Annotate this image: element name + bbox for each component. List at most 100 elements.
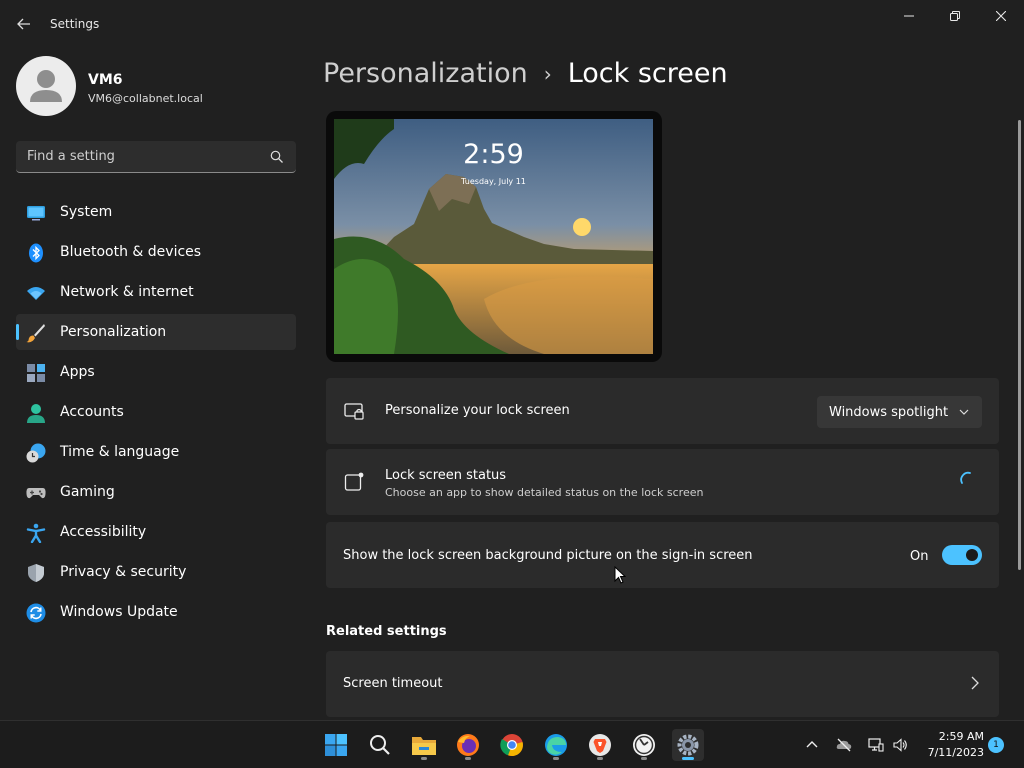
clock-date: 7/11/2023	[927, 746, 984, 759]
breadcrumb: Personalization › Lock screen	[323, 58, 728, 89]
back-arrow-icon	[17, 18, 30, 30]
accessibility-icon	[26, 523, 46, 543]
sidebar-item-label: Gaming	[60, 484, 115, 500]
toggle-state-label: On	[910, 549, 929, 564]
chevron-down-icon	[959, 409, 969, 415]
sidebar-item-accessibility[interactable]: Accessibility	[16, 514, 296, 550]
running-indicator	[641, 757, 647, 760]
lock-screen-status-card[interactable]: Lock screen status Choose an app to show…	[326, 449, 999, 515]
running-indicator	[597, 757, 603, 760]
sidebar-item-gaming[interactable]: Gaming	[16, 474, 296, 510]
user-email: VM6@collabnet.local	[88, 92, 203, 105]
brave-button[interactable]	[584, 729, 616, 761]
chrome-button[interactable]	[496, 729, 528, 761]
sidebar-item-label: Bluetooth & devices	[60, 244, 202, 260]
sidebar-item-network[interactable]: Network & internet	[16, 274, 296, 310]
settings-app-button[interactable]	[672, 729, 704, 761]
sidebar-item-system[interactable]: System	[16, 194, 296, 230]
sidebar-item-label: Accessibility	[60, 524, 147, 540]
sidebar-item-windows-update[interactable]: Windows Update	[16, 594, 296, 630]
paintbrush-icon	[26, 324, 45, 343]
running-indicator	[465, 757, 471, 760]
search-icon[interactable]	[269, 149, 285, 165]
sidebar-item-privacy-security[interactable]: Privacy & security	[16, 554, 296, 590]
start-button[interactable]	[320, 729, 352, 761]
personalize-lock-screen-card: Personalize your lock screen Windows spo…	[326, 378, 999, 444]
brave-icon	[589, 734, 611, 756]
loading-spinner-icon	[960, 471, 971, 484]
lock-screen-status-title: Lock screen status	[385, 468, 507, 483]
scrollbar[interactable]	[1018, 120, 1021, 570]
dropdown-value: Windows spotlight	[829, 404, 949, 420]
clock-app-icon	[633, 734, 655, 756]
volume-icon[interactable]	[892, 737, 908, 753]
taskbar: 2:59 AM 7/11/2023 1	[0, 720, 1024, 768]
taskbar-search-button[interactable]	[364, 729, 396, 761]
sidebar-item-apps[interactable]: Apps	[16, 354, 296, 390]
firefox-icon	[457, 734, 479, 756]
sidebar-item-personalization[interactable]: Personalization	[16, 314, 296, 350]
maximize-button[interactable]	[932, 0, 978, 32]
active-indicator	[682, 757, 694, 760]
search-box[interactable]	[16, 141, 296, 173]
edge-button[interactable]	[540, 729, 572, 761]
sidebar-item-label: Time & language	[60, 444, 180, 460]
start-icon	[325, 734, 347, 756]
running-indicator	[421, 757, 427, 760]
related-settings-heading: Related settings	[326, 624, 447, 639]
sidebar-item-time-language[interactable]: Time & language	[16, 434, 296, 470]
shield-icon	[28, 564, 44, 582]
signin-background-title: Show the lock screen background picture …	[343, 548, 753, 563]
sidebar-item-label: Apps	[60, 364, 95, 380]
chevron-up-icon[interactable]	[804, 737, 820, 753]
notification-badge[interactable]: 1	[988, 737, 1004, 753]
signin-background-card: Show the lock screen background picture …	[326, 522, 999, 588]
system-monitor-icon	[27, 206, 45, 221]
sidebar-item-label: Personalization	[60, 324, 167, 340]
lock-screen-preview: 2:59 Tuesday, July 11	[326, 111, 662, 362]
search-input[interactable]	[16, 141, 266, 172]
screen-timeout-row[interactable]: Screen timeout	[326, 651, 999, 717]
user-name: VM6	[88, 72, 123, 88]
lock-screen-status-description: Choose an app to show detailed status on…	[385, 486, 704, 499]
sidebar-item-label: Windows Update	[60, 604, 178, 620]
update-icon	[26, 603, 46, 623]
chrome-icon	[500, 734, 523, 757]
back-button[interactable]	[10, 10, 38, 38]
running-indicator	[553, 757, 559, 760]
sidebar-item-bluetooth[interactable]: Bluetooth & devices	[16, 234, 296, 270]
toggle-knob	[966, 549, 978, 561]
sidebar-item-accounts[interactable]: Accounts	[16, 394, 296, 430]
file-explorer-icon	[412, 737, 436, 755]
network-icon[interactable]	[868, 737, 884, 753]
mouse-cursor-icon	[614, 566, 626, 584]
status-app-icon	[344, 472, 364, 491]
breadcrumb-parent[interactable]: Personalization	[323, 58, 528, 89]
wifi-icon	[27, 287, 45, 300]
close-button[interactable]	[978, 0, 1024, 32]
sidebar-item-label: Privacy & security	[60, 564, 187, 580]
lock-screen-picture-icon	[344, 403, 364, 420]
app-title: Settings	[50, 17, 100, 31]
lock-screen-type-dropdown[interactable]: Windows spotlight	[817, 396, 982, 428]
preview-time: 2:59	[463, 139, 524, 170]
settings-icon	[677, 734, 699, 756]
gamepad-icon	[26, 488, 46, 499]
file-explorer-button[interactable]	[408, 729, 440, 761]
onedrive-offline-icon[interactable]	[836, 737, 852, 753]
bluetooth-icon	[29, 243, 43, 263]
title-bar: Settings	[0, 0, 1024, 48]
preview-date: Tuesday, July 11	[461, 177, 526, 186]
clock-time: 2:59 AM	[938, 730, 984, 743]
clock-app-button[interactable]	[628, 729, 660, 761]
signin-background-toggle[interactable]	[942, 545, 982, 565]
minimize-button[interactable]	[886, 0, 932, 32]
sidebar-nav: System Bluetooth & devices Network & int…	[16, 194, 296, 634]
firefox-button[interactable]	[452, 729, 484, 761]
apps-icon	[27, 364, 45, 382]
minimize-icon	[904, 15, 914, 17]
screen-timeout-label: Screen timeout	[343, 676, 443, 691]
search-icon	[370, 735, 390, 755]
person-icon	[27, 404, 45, 423]
system-clock[interactable]: 2:59 AM 7/11/2023	[922, 729, 984, 761]
